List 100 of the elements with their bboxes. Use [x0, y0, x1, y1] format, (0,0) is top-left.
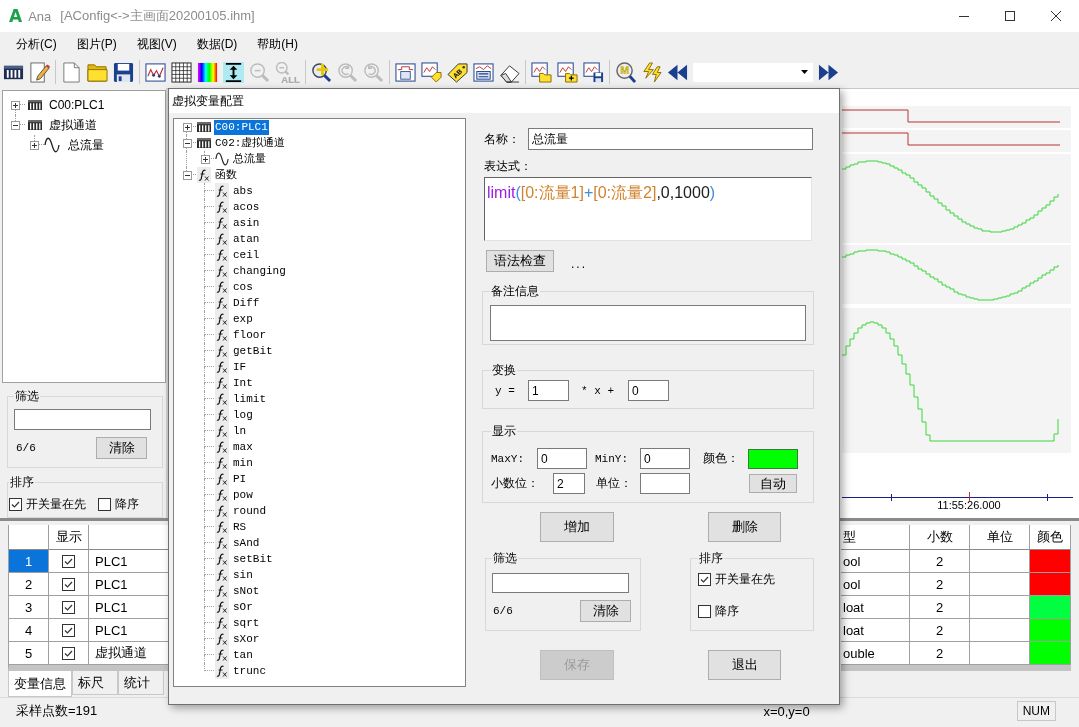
save-icon[interactable]: [113, 61, 134, 83]
tree-item[interactable]: Diff: [232, 295, 261, 311]
collapse-icon[interactable]: [182, 138, 192, 148]
tree-item[interactable]: 函数: [214, 167, 238, 183]
add-button[interactable]: 增加: [540, 512, 614, 542]
tree-item[interactable]: exp: [232, 311, 254, 327]
exit-button[interactable]: 退出: [708, 650, 781, 680]
expand-icon[interactable]: [11, 100, 20, 110]
tree-item[interactable]: getBit: [232, 343, 274, 359]
tree-item[interactable]: C02:虚拟通道: [214, 135, 287, 151]
tree-item[interactable]: RS: [232, 519, 248, 535]
folder-icon[interactable]: [87, 61, 108, 83]
tree-item[interactable]: asin: [232, 215, 261, 231]
color-swatch-icon[interactable]: [1030, 573, 1070, 595]
menu-item[interactable]: 帮助(H): [247, 34, 308, 54]
tree-item[interactable]: trunc: [232, 663, 267, 679]
chart-box-icon[interactable]: [473, 61, 494, 83]
tree-item[interactable]: ceil: [232, 247, 261, 263]
tree-item[interactable]: cos: [232, 279, 254, 295]
tree-item[interactable]: tan: [232, 647, 254, 663]
tree-item[interactable]: ln: [232, 423, 248, 439]
tree-item[interactable]: log: [232, 407, 254, 423]
close-icon[interactable]: [1051, 11, 1061, 21]
tree-item[interactable]: sqrt: [232, 615, 261, 631]
tree-item[interactable]: PI: [232, 471, 248, 487]
expand-icon[interactable]: [182, 122, 192, 132]
color-swatch-icon[interactable]: [1030, 550, 1070, 572]
tree-item[interactable]: setBit: [232, 551, 274, 567]
min-y-field[interactable]: 0: [640, 448, 690, 469]
menu-item[interactable]: 图片(P): [66, 34, 127, 54]
tree-item[interactable]: changing: [232, 263, 287, 279]
checkbox[interactable]: [62, 577, 75, 591]
color-swatch-icon[interactable]: [1030, 642, 1070, 664]
tree-item[interactable]: limit: [232, 391, 267, 407]
tree-item[interactable]: floor: [232, 327, 267, 343]
tab[interactable]: 统计: [118, 671, 164, 695]
tree-item[interactable]: abs: [232, 183, 254, 199]
row-number[interactable]: 4: [9, 619, 49, 642]
offset-field[interactable]: 0: [628, 380, 669, 401]
line-chart-icon[interactable]: [145, 61, 166, 83]
dropdown-field[interactable]: [693, 62, 813, 82]
row-number[interactable]: 1: [9, 550, 49, 573]
vertical-arrows-icon[interactable]: [223, 61, 244, 83]
filter-field[interactable]: [492, 573, 629, 593]
row-number[interactable]: 5: [9, 642, 49, 665]
filter-field[interactable]: [14, 409, 151, 430]
grid-icon[interactable]: [171, 61, 192, 83]
max-y-field[interactable]: 0: [537, 448, 587, 469]
clear-button[interactable]: 清除: [96, 437, 147, 459]
checkbox[interactable]: [62, 600, 75, 614]
gain-field[interactable]: 1: [528, 380, 569, 401]
checkbox[interactable]: [62, 554, 75, 568]
tab[interactable]: 标尺: [72, 671, 118, 695]
tree-item[interactable]: min: [232, 455, 254, 471]
chart-folder-icon[interactable]: [531, 61, 552, 83]
tree-item[interactable]: Int: [232, 375, 254, 391]
tree-item[interactable]: max: [232, 439, 254, 455]
row-number[interactable]: 2: [9, 573, 49, 596]
note-field[interactable]: [490, 305, 806, 341]
checkbox[interactable]: [62, 646, 75, 660]
color-swatch-icon[interactable]: [1030, 596, 1070, 618]
tree-item[interactable]: 虚拟通道: [47, 117, 99, 133]
checkbox[interactable]: [698, 604, 712, 618]
tree-item[interactable]: 总流量: [232, 151, 267, 167]
auto-button[interactable]: 自动: [749, 474, 797, 493]
collapse-icon[interactable]: [182, 170, 192, 180]
menu-item[interactable]: 数据(D): [186, 34, 248, 54]
tree-item[interactable]: acos: [232, 199, 261, 215]
tree-item[interactable]: IF: [232, 359, 248, 375]
expression-field[interactable]: limit([0:流量1]+[0:流量2],0,1000): [484, 177, 812, 241]
collapse-icon[interactable]: [11, 120, 20, 130]
tree-item[interactable]: sAnd: [232, 535, 261, 551]
tree-item[interactable]: round: [232, 503, 267, 519]
expand-icon[interactable]: [200, 154, 210, 164]
lightning-arrows-icon[interactable]: [641, 61, 662, 83]
chart-box-icon[interactable]: [395, 61, 416, 83]
notepad-pencil-icon[interactable]: [29, 61, 50, 83]
chart-folder-plus-icon[interactable]: [557, 61, 578, 83]
syntax-check-button[interactable]: 语法检查: [486, 250, 554, 272]
tree-item[interactable]: sNot: [232, 583, 261, 599]
decimals-field[interactable]: 2: [553, 473, 585, 494]
color-swatch-icon[interactable]: [748, 448, 798, 469]
tree-item[interactable]: pow: [232, 487, 254, 503]
checkbox[interactable]: [62, 623, 75, 637]
minimize-icon[interactable]: [959, 15, 969, 17]
menu-item[interactable]: 分析(C): [6, 34, 67, 54]
checkbox[interactable]: [98, 497, 111, 511]
tree-item[interactable]: C00:PLC1: [214, 119, 269, 135]
zoom-in-icon[interactable]: [311, 61, 332, 83]
chart-save-icon[interactable]: [583, 61, 604, 83]
maximize-icon[interactable]: [1005, 11, 1015, 21]
checkbox[interactable]: [698, 572, 712, 586]
clear-button[interactable]: 清除: [580, 600, 632, 622]
unit-field[interactable]: [640, 473, 690, 494]
checkbox[interactable]: [9, 497, 22, 511]
tree-item[interactable]: sin: [232, 567, 254, 583]
tree-item[interactable]: 总流量: [66, 137, 106, 153]
tree-item[interactable]: C00:PLC1: [47, 97, 107, 113]
tab[interactable]: 变量信息: [8, 671, 72, 697]
expand-icon[interactable]: [30, 140, 39, 150]
